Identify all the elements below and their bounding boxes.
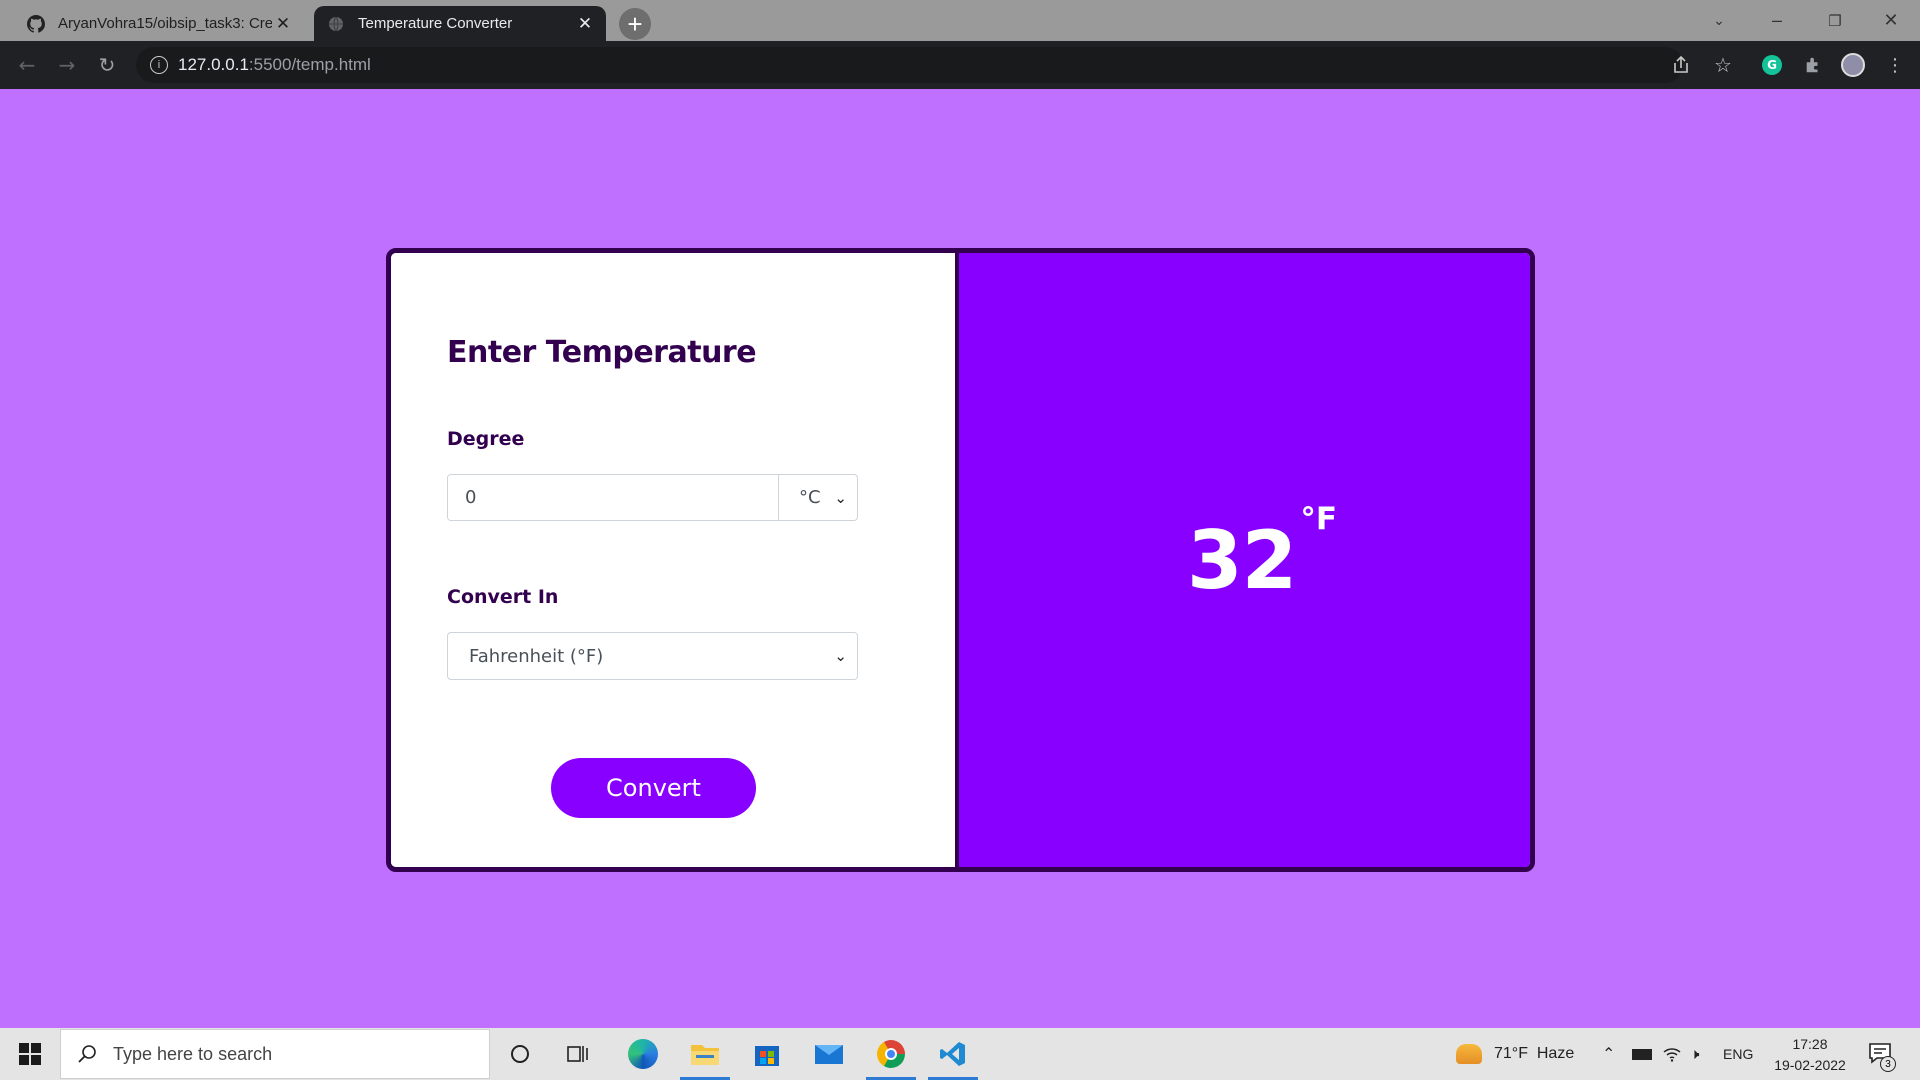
convert-button[interactable]: Convert: [551, 758, 756, 818]
back-arrow-icon[interactable]: ←: [12, 50, 42, 80]
restore-button[interactable]: ❐: [1806, 0, 1864, 41]
form-title: Enter Temperature: [447, 335, 757, 370]
url-path: :5500/temp.html: [248, 55, 371, 74]
search-icon: [61, 1044, 113, 1064]
grammarly-icon[interactable]: G: [1759, 52, 1785, 78]
share-icon[interactable]: [1668, 52, 1694, 78]
reload-icon[interactable]: ↻: [92, 50, 122, 80]
task-view-icon[interactable]: [549, 1028, 607, 1080]
vscode-icon[interactable]: [924, 1028, 982, 1080]
extensions-icon[interactable]: [1800, 52, 1826, 78]
input-panel: Enter Temperature Degree °C ⌄ Convert In…: [391, 253, 959, 867]
convert-in-label: Convert In: [447, 586, 559, 608]
search-placeholder: Type here to search: [113, 1043, 273, 1064]
clock-time: 17:28: [1792, 1036, 1828, 1052]
globe-icon: [326, 14, 346, 34]
tab-title: Temperature Converter: [358, 15, 513, 32]
minimize-button[interactable]: –: [1748, 0, 1806, 41]
url-host: 127.0.0.1: [178, 55, 249, 74]
windows-start-icon[interactable]: [0, 1028, 60, 1080]
address-bar[interactable]: i 127.0.0.1:5500/temp.html: [136, 47, 1683, 83]
converter-card: Enter Temperature Degree °C ⌄ Convert In…: [386, 248, 1535, 872]
mail-icon[interactable]: [800, 1028, 858, 1080]
tab-title: AryanVohra15/oibsip_task3: Crea: [58, 15, 272, 32]
notification-count-badge: 3: [1880, 1056, 1896, 1072]
speaker-muted-icon[interactable]: 🕨: [1690, 1028, 1699, 1080]
weather-haze-icon: [1456, 1044, 1482, 1064]
taskbar: Type here to search 71°F Haze ⌃ 🕨 ENG 17…: [0, 1028, 1920, 1080]
close-icon[interactable]: ✕: [272, 13, 294, 35]
browser-menu-icon[interactable]: ⋮: [1882, 52, 1908, 78]
profile-avatar[interactable]: [1840, 52, 1866, 78]
language-indicator[interactable]: ENG: [1723, 1028, 1753, 1080]
chevron-up-icon[interactable]: ⌃: [1602, 1028, 1615, 1080]
browser-toolbar: ← → ↻ i 127.0.0.1:5500/temp.html ☆ G ⋮: [0, 41, 1920, 89]
microsoft-store-icon[interactable]: [738, 1028, 796, 1080]
taskbar-search-box[interactable]: Type here to search: [60, 1029, 490, 1079]
system-clock[interactable]: 17:28 19-02-2022: [1762, 1034, 1858, 1076]
convert-in-select[interactable]: Fahrenheit (°F) ⌄: [447, 632, 858, 680]
result-display: 32 °F: [1187, 501, 1337, 607]
wifi-icon[interactable]: [1663, 1028, 1681, 1080]
forward-arrow-icon[interactable]: →: [52, 50, 82, 80]
bookmark-star-icon[interactable]: ☆: [1710, 52, 1736, 78]
info-icon[interactable]: i: [150, 56, 168, 74]
convert-in-value: Fahrenheit (°F): [469, 645, 604, 667]
close-icon[interactable]: ✕: [574, 13, 596, 35]
result-panel: 32 °F: [959, 253, 1530, 867]
unit-select[interactable]: °C ⌄: [778, 475, 857, 520]
unit-select-value: °C: [799, 487, 821, 508]
chevron-down-icon: ⌄: [834, 488, 847, 507]
weather-widget[interactable]: 71°F Haze: [1456, 1028, 1574, 1080]
chevron-down-icon: ⌄: [834, 647, 847, 665]
chrome-icon[interactable]: [862, 1028, 920, 1080]
result-unit: °F: [1300, 501, 1338, 537]
degree-input-group: °C ⌄: [447, 474, 858, 521]
degree-input[interactable]: [448, 475, 778, 520]
tab-search-icon[interactable]: ⌄: [1690, 0, 1748, 41]
notification-center-icon[interactable]: 3: [1866, 1038, 1900, 1072]
github-icon: [26, 14, 46, 34]
tab-github[interactable]: AryanVohra15/oibsip_task3: Crea ✕: [14, 6, 304, 41]
result-value: 32: [1187, 514, 1297, 607]
clock-date: 19-02-2022: [1774, 1057, 1846, 1073]
close-window-button[interactable]: ✕: [1862, 0, 1920, 41]
cortana-icon[interactable]: [491, 1028, 549, 1080]
file-explorer-icon[interactable]: [676, 1028, 734, 1080]
new-tab-button[interactable]: +: [619, 8, 651, 40]
battery-icon[interactable]: [1632, 1028, 1652, 1080]
weather-text: 71°F Haze: [1494, 1045, 1575, 1062]
tab-temperature-converter[interactable]: Temperature Converter ✕: [314, 6, 606, 41]
edge-icon[interactable]: [614, 1028, 672, 1080]
tab-strip: AryanVohra15/oibsip_task3: Crea ✕ Temper…: [0, 0, 1920, 41]
degree-label: Degree: [447, 428, 525, 450]
